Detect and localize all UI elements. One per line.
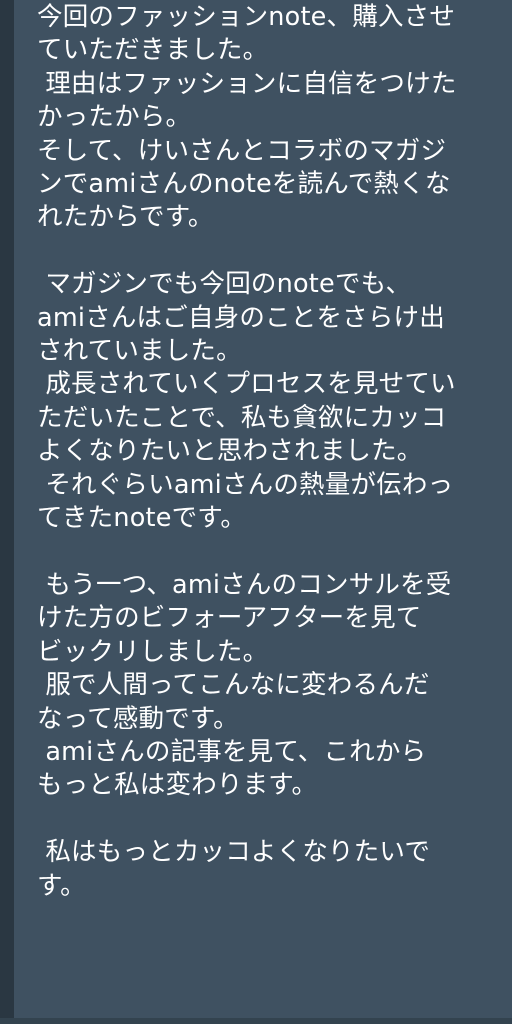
message-line: ただいたことで、私も貪欲にカッコ bbox=[37, 402, 447, 433]
message-line: ンでamiさんのnoteを読んで熱くな bbox=[37, 169, 451, 200]
bottom-edge bbox=[0, 1018, 512, 1024]
message-line: マガジンでも今回のnoteでも、 bbox=[37, 269, 412, 300]
message-line: 私はもっとカッコよくなりたいで bbox=[37, 837, 431, 868]
message-line: されていました。 bbox=[37, 336, 242, 367]
message-line: よくなりたいと思わされました。 bbox=[37, 436, 423, 467]
message-line: 今回のファッションnote、購入させ bbox=[37, 2, 456, 32]
message-line: amiさんはご自身のことをさらけ出 bbox=[37, 302, 445, 333]
message-line: ていただきました。 bbox=[37, 35, 269, 66]
message-line: けた方のビフォーアフターを見て bbox=[37, 603, 422, 634]
message-line: もっと私は変わります。 bbox=[37, 770, 318, 801]
message-line: amiさんの記事を見て、これから bbox=[37, 736, 427, 767]
message-line: なって感動です。 bbox=[37, 703, 239, 734]
message-line: てきたnoteです。 bbox=[37, 503, 247, 534]
message-line: 成長されていくプロセスを見せてい bbox=[37, 369, 456, 400]
message-line: れたからです。 bbox=[37, 202, 214, 233]
chat-gutter bbox=[0, 0, 14, 1024]
message-line: す。 bbox=[37, 870, 86, 901]
message-line: もう一つ、amiさんのコンサルを受 bbox=[37, 569, 452, 600]
message-line: それぐらいamiさんの熱量が伝わっ bbox=[37, 469, 454, 500]
message-line: 理由はファッションに自信をつけた bbox=[37, 68, 457, 99]
message-text: 今回のファッションnote、購入させ ていただきました。 理由はファッションに自… bbox=[37, 1, 502, 903]
message-line: ビックリしました。 bbox=[37, 636, 269, 667]
message-bubble: 今回のファッションnote、購入させ ていただきました。 理由はファッションに自… bbox=[14, 0, 512, 1024]
message-line: 服で人間ってこんなに変わるんだ bbox=[37, 670, 430, 701]
chat-screen: 今回のファッションnote、購入させ ていただきました。 理由はファッションに自… bbox=[0, 0, 512, 1024]
message-line: そして、けいさんとコラボのマガジ bbox=[37, 135, 447, 166]
message-line: かったから。 bbox=[37, 102, 192, 133]
